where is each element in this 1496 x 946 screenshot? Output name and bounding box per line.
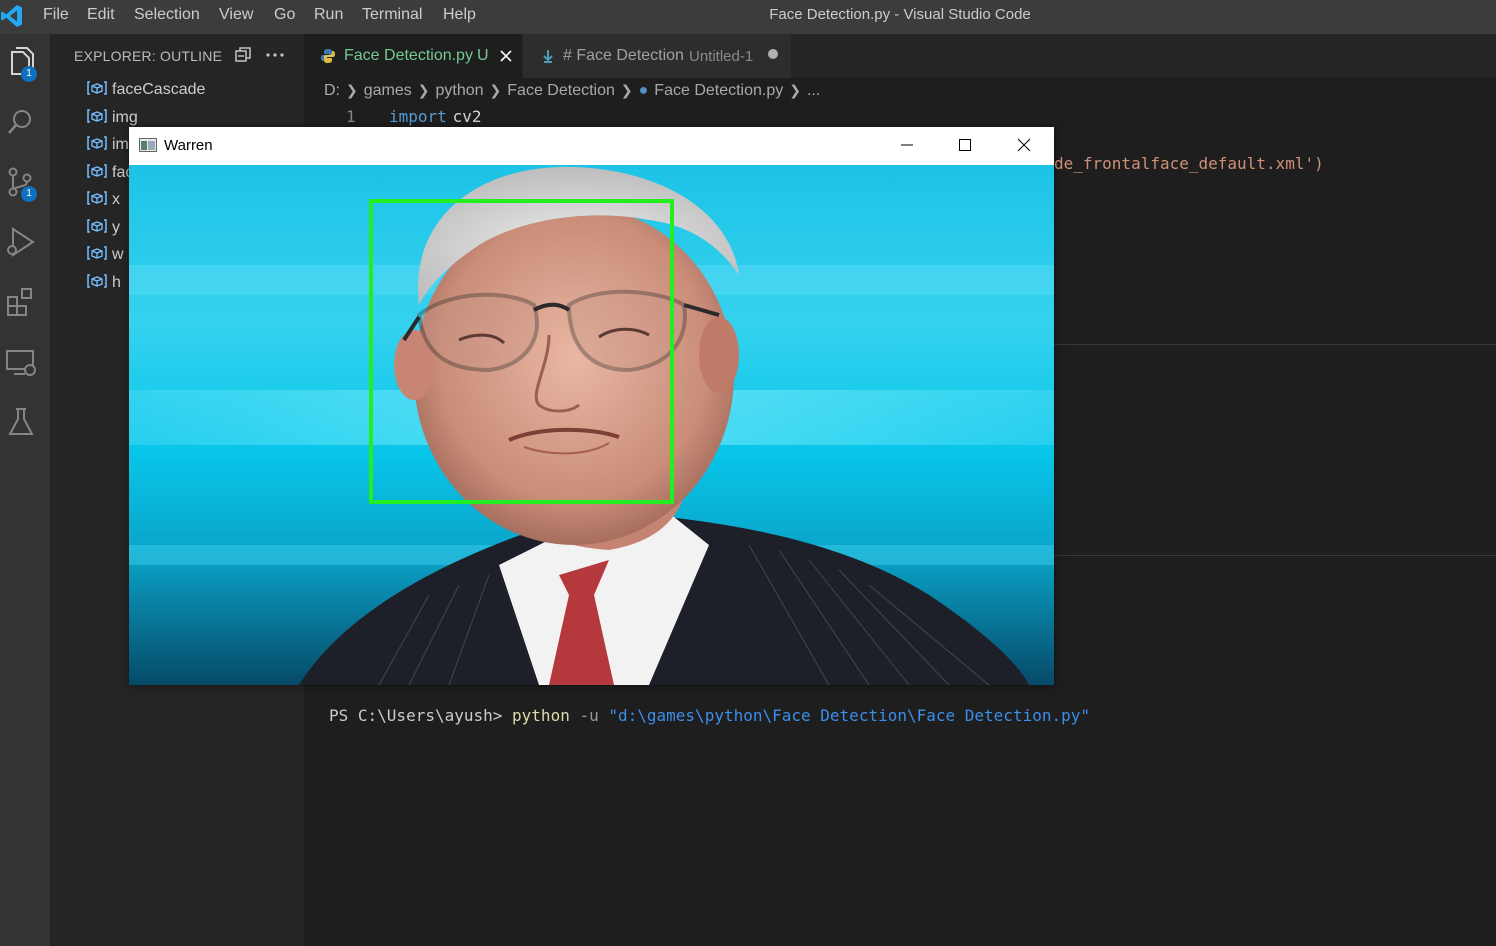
- breadcrumb-item[interactable]: Face Detection: [507, 82, 615, 99]
- breadcrumb-item[interactable]: D:: [324, 82, 340, 99]
- tab-label: Face Detection.py: [344, 47, 473, 64]
- variable-symbol-icon: [87, 164, 107, 178]
- menu-terminal[interactable]: Terminal: [362, 6, 422, 24]
- python-file-icon: ●: [638, 82, 649, 99]
- menu-edit[interactable]: Edit: [87, 6, 115, 24]
- outline-item[interactable]: x: [87, 191, 120, 213]
- minimize-icon[interactable]: [897, 135, 917, 155]
- tab-bar: Face Detection.py U # Face Detection Unt…: [304, 34, 1496, 78]
- tab-description: Untitled-1: [689, 48, 754, 65]
- image-window-titlebar[interactable]: Warren: [129, 127, 1054, 165]
- testing-icon[interactable]: [3, 404, 39, 440]
- tab-label: # Face Detection: [563, 47, 684, 64]
- variable-symbol-icon: [87, 246, 107, 260]
- collapse-all-icon[interactable]: [232, 44, 254, 66]
- panel-divider: [1054, 344, 1496, 345]
- terminal-flag: -u: [569, 706, 609, 725]
- outline-item-label: faceCascade: [112, 81, 206, 98]
- breadcrumb: D: ❯ games ❯ python ❯ Face Detection ❯ ● Face Det…: [324, 82, 820, 100]
- menu-run[interactable]: Run: [314, 6, 343, 24]
- outline-item[interactable]: w: [87, 246, 124, 268]
- outline-item-label: im: [112, 136, 129, 153]
- outline-item[interactable]: fac: [87, 164, 133, 186]
- variable-symbol-icon: [87, 219, 107, 233]
- breadcrumb-item[interactable]: python: [436, 82, 484, 99]
- run-debug-icon[interactable]: [3, 224, 39, 260]
- maximize-icon[interactable]: [955, 135, 975, 155]
- breadcrumb-item[interactable]: Face Detection.py: [654, 82, 783, 99]
- code-text[interactable]: cv2: [443, 107, 482, 126]
- outline-item-label: y: [112, 219, 120, 236]
- menu-help[interactable]: Help: [443, 6, 476, 24]
- variable-symbol-icon: [87, 109, 107, 123]
- title-bar: File Edit Selection View Go Run Terminal…: [0, 0, 1496, 34]
- variable-symbol-icon: [87, 274, 107, 288]
- menu-file[interactable]: File: [43, 6, 69, 24]
- chevron-right-icon: ❯: [789, 82, 801, 98]
- markdown-file-icon: [543, 50, 553, 63]
- chevron-right-icon: ❯: [417, 82, 430, 98]
- app-window-icon: [139, 138, 157, 152]
- close-icon[interactable]: [1014, 135, 1034, 155]
- outline-item[interactable]: im: [87, 136, 129, 158]
- unsaved-dot-icon[interactable]: [768, 49, 778, 59]
- outline-item[interactable]: y: [87, 219, 120, 241]
- menu-view[interactable]: View: [219, 6, 253, 24]
- chevron-right-icon: ❯: [346, 82, 358, 98]
- code-string[interactable]: de_frontalface_default.xml'): [1054, 154, 1324, 173]
- chevron-right-icon: ❯: [489, 82, 502, 98]
- breadcrumb-item[interactable]: games: [364, 82, 412, 99]
- variable-symbol-icon: [87, 136, 107, 150]
- scm-badge: 1: [21, 186, 37, 202]
- outline-item-label: img: [112, 109, 138, 126]
- image-window-title: Warren: [164, 137, 213, 154]
- remote-explorer-icon[interactable]: [3, 344, 39, 380]
- close-icon[interactable]: [498, 48, 514, 64]
- image-window[interactable]: Warren: [129, 127, 1054, 685]
- terminal-command: python: [512, 706, 570, 725]
- outline-item[interactable]: faceCascade: [87, 81, 205, 103]
- menu-selection[interactable]: Selection: [134, 6, 200, 24]
- activity-bar: 1 1: [0, 34, 50, 946]
- terminal-command-line[interactable]: PS C:\Users\ayush> python -u "d:\games\p…: [329, 706, 1090, 725]
- line-number: 1: [346, 107, 356, 126]
- breadcrumb-item[interactable]: ...: [807, 82, 820, 99]
- variable-symbol-icon: [87, 81, 107, 95]
- terminal-prompt: PS C:\Users\ayush>: [329, 706, 513, 725]
- explorer-badge: 1: [21, 66, 37, 82]
- menu-go[interactable]: Go: [274, 6, 295, 24]
- vscode-logo-icon: [1, 5, 22, 27]
- search-icon[interactable]: [3, 104, 39, 140]
- python-file-icon: [321, 49, 335, 63]
- tab-status-untracked: U: [477, 47, 489, 64]
- extensions-icon[interactable]: [3, 284, 39, 320]
- panel-divider: [1054, 555, 1496, 556]
- sidebar-title: EXPLORER: OUTLINE: [74, 48, 223, 64]
- code-keyword[interactable]: import: [389, 107, 447, 126]
- tab-face-detection-py[interactable]: Face Detection.py U: [304, 34, 522, 78]
- tab-untitled-1[interactable]: # Face Detection Untitled-1: [523, 34, 791, 78]
- outline-item[interactable]: h: [87, 274, 121, 296]
- outline-item-label: h: [112, 274, 121, 291]
- outline-item-label: x: [112, 191, 120, 208]
- face-detection-image: [129, 165, 1054, 685]
- variable-symbol-icon: [87, 191, 107, 205]
- outline-item-label: w: [112, 246, 124, 263]
- chevron-right-icon: ❯: [620, 82, 633, 98]
- more-actions-icon[interactable]: [264, 44, 286, 66]
- window-title: Face Detection.py - Visual Studio Code: [769, 6, 1031, 23]
- terminal-path: "d:\games\python\Face Detection\Face Det…: [608, 706, 1090, 725]
